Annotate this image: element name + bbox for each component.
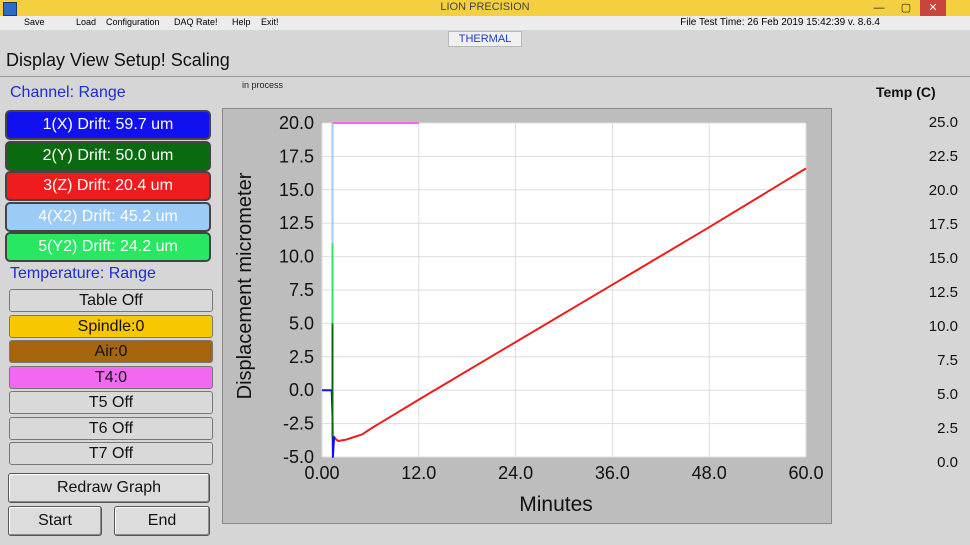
x-tick-label: 36.0 bbox=[595, 463, 630, 483]
sensor-button-7[interactable]: T7 Off bbox=[9, 442, 213, 465]
temp-tick-label: 17.5 bbox=[928, 216, 958, 233]
end-button[interactable]: End bbox=[114, 506, 210, 536]
temp-tick-label: 12.5 bbox=[928, 284, 958, 301]
y-tick-label: 15.0 bbox=[279, 180, 314, 200]
y-tick-label: 5.0 bbox=[289, 313, 314, 333]
chart-panel: 20.0 17.5 15.0 12.5 10.0 7.5 5.0 2.5 0.0 -2.5 -5.0… bbox=[222, 108, 832, 524]
x-tick-label: 48.0 bbox=[692, 463, 727, 483]
y-tick-label: 0.0 bbox=[289, 380, 314, 400]
sensor-button-1[interactable]: Table Off bbox=[9, 289, 213, 312]
displacement-chart: 20.017.515.012.510.07.55.02.50.0-2.5-5.0… bbox=[234, 113, 824, 516]
y-tick-label: 12.5 bbox=[279, 213, 314, 233]
sensor-button-4[interactable]: T4:0 bbox=[9, 365, 213, 389]
y-tick-label: 20.0 bbox=[279, 113, 314, 133]
channel-button-5[interactable]: 5(Y2) Drift: 24.2 um bbox=[5, 232, 211, 262]
channel-button-1[interactable]: 1(X) Drift: 59.7 um bbox=[5, 110, 211, 140]
temp-tick-label: 25.0 bbox=[928, 114, 958, 131]
temperature-range-title: Temperature: Range bbox=[10, 265, 156, 282]
channel-button-2[interactable]: 2(Y) Drift: 50.0 um bbox=[5, 140, 211, 171]
x-tick-label: 60.0 bbox=[788, 463, 823, 483]
temp-tick-label: 10.0 bbox=[928, 318, 958, 335]
setup-subheader[interactable]: Display View Setup! Scaling bbox=[6, 50, 230, 71]
sensor-button-2[interactable]: Spindle:0 bbox=[9, 314, 213, 338]
file-test-time: File Test Time: 26 Feb 2019 15:42:39 v. … bbox=[680, 17, 880, 28]
menu-save[interactable]: Save bbox=[24, 17, 45, 27]
maximize-icon[interactable]: ▢ bbox=[893, 0, 919, 16]
divider bbox=[0, 76, 970, 77]
sensor-button-6[interactable]: T6 Off bbox=[9, 416, 213, 440]
temp-tick-label: 7.5 bbox=[937, 352, 958, 369]
menu-help[interactable]: Help bbox=[232, 17, 251, 27]
channel-range-title: Channel: Range bbox=[10, 84, 126, 101]
sensor-button-3[interactable]: Air:0 bbox=[9, 340, 213, 363]
menu-configuration[interactable]: Configuration bbox=[106, 17, 160, 27]
start-button[interactable]: Start bbox=[8, 506, 102, 536]
title-bar: LION PRECISION — ▢ ✕ bbox=[0, 0, 970, 17]
menu-load[interactable]: Load bbox=[76, 17, 96, 27]
y-tick-label: -2.5 bbox=[283, 414, 314, 434]
close-icon[interactable]: ✕ bbox=[920, 0, 946, 16]
menu-exit[interactable]: Exit! bbox=[261, 17, 279, 27]
window-title: LION PRECISION bbox=[440, 1, 530, 13]
x-axis-label: Minutes bbox=[519, 493, 593, 516]
temp-tick-label: 0.0 bbox=[937, 454, 958, 471]
channel-button-4[interactable]: 4(X2) Drift: 45.2 um bbox=[5, 201, 211, 232]
menu-daq-rate[interactable]: DAQ Rate! bbox=[174, 17, 218, 27]
sensor-button-5[interactable]: T5 Off bbox=[9, 391, 213, 414]
temp-axis-label: Temp (C) bbox=[876, 84, 936, 100]
temp-tick-label: 5.0 bbox=[937, 386, 958, 403]
temp-tick-label: 15.0 bbox=[928, 250, 958, 267]
temp-tick-label: 2.5 bbox=[937, 420, 958, 437]
y-tick-label: 10.0 bbox=[279, 247, 314, 267]
minimize-icon[interactable]: — bbox=[866, 0, 892, 16]
x-tick-label: 24.0 bbox=[498, 463, 533, 483]
menu-bar: Save Load Configuration DAQ Rate! Help E… bbox=[0, 16, 970, 30]
y-axis-label: Displacement micrometer bbox=[234, 172, 256, 399]
temp-tick-label: 20.0 bbox=[928, 182, 958, 199]
x-tick-label: 0.00 bbox=[304, 463, 339, 483]
redraw-graph-button[interactable]: Redraw Graph bbox=[8, 473, 210, 503]
y-tick-label: 2.5 bbox=[289, 347, 314, 367]
y-tick-label: 7.5 bbox=[289, 280, 314, 300]
x-tick-label: 12.0 bbox=[401, 463, 436, 483]
channel-button-3[interactable]: 3(Z) Drift: 20.4 um bbox=[5, 171, 211, 201]
temp-tick-label: 22.5 bbox=[928, 148, 958, 165]
y-tick-label: 17.5 bbox=[279, 146, 314, 166]
status-text: in process bbox=[242, 80, 284, 90]
mode-label: THERMAL bbox=[448, 31, 522, 47]
